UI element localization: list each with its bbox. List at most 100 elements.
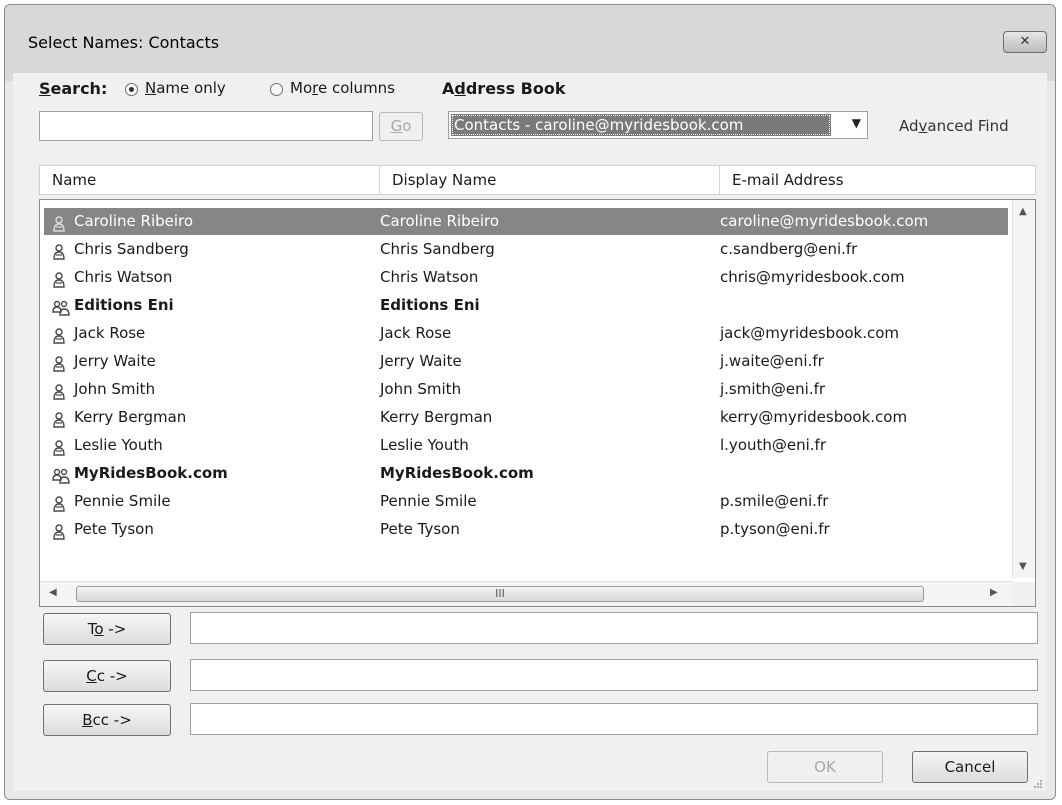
search-input[interactable]: [39, 111, 373, 141]
contact-email: chris@myridesbook.com: [720, 268, 905, 286]
contact-row[interactable]: Chris Sandberg Chris Sandberg c.sandberg@e…: [44, 236, 1008, 263]
resize-grip-icon[interactable]: [1033, 779, 1043, 789]
address-book-selected: Contacts - caroline@myridesbook.com: [451, 114, 831, 136]
radio-name-only-indicator[interactable]: [125, 83, 138, 96]
contact-name: Chris Sandberg: [74, 240, 189, 258]
bcc-button[interactable]: Bcc ->: [43, 704, 171, 736]
contact-email: jack@myridesbook.com: [720, 324, 900, 342]
horizontal-scroll-thumb[interactable]: III: [76, 586, 924, 602]
go-button[interactable]: Go: [379, 112, 423, 141]
bcc-field[interactable]: [190, 703, 1038, 735]
cancel-button[interactable]: Cancel: [912, 751, 1028, 783]
contact-icon: [52, 494, 66, 512]
radio-more-columns-label[interactable]: More columns: [290, 79, 395, 97]
title-bar[interactable]: Select Names: Contacts ✕: [5, 5, 1055, 81]
group-icon: [52, 298, 70, 316]
contact-row[interactable]: Kerry Bergman Kerry Bergman kerry@myridesb…: [44, 404, 1008, 431]
contact-email: p.smile@eni.fr: [720, 492, 829, 510]
contact-icon: [52, 270, 66, 288]
contact-display-name: Pennie Smile: [380, 492, 477, 510]
contact-name: Caroline Ribeiro: [74, 212, 194, 230]
address-book-label: Address Book: [442, 79, 566, 98]
contact-icon: [52, 522, 66, 540]
scroll-up-icon[interactable]: ▲: [1019, 206, 1027, 217]
ok-button[interactable]: OK: [767, 751, 883, 783]
contact-icon: [52, 438, 66, 456]
contact-email: kerry@myridesbook.com: [720, 408, 908, 426]
contact-email: p.tyson@eni.fr: [720, 520, 830, 538]
scroll-left-icon[interactable]: ◀: [49, 587, 57, 598]
contact-email: j.waite@eni.fr: [720, 352, 824, 370]
contact-name: Editions Eni: [74, 296, 174, 314]
contact-display-name: Caroline Ribeiro: [380, 212, 500, 230]
contact-icon: [52, 354, 66, 372]
contact-icon: [52, 214, 66, 232]
contact-display-name: Chris Sandberg: [380, 240, 495, 258]
contact-email: caroline@myridesbook.com: [720, 212, 929, 230]
contact-email: c.sandberg@eni.fr: [720, 240, 858, 258]
contact-display-name: John Smith: [380, 380, 462, 398]
group-icon: [52, 466, 70, 484]
contact-row[interactable]: Editions Eni Editions Eni: [44, 292, 1008, 319]
contact-icon: [52, 410, 66, 428]
contact-row[interactable]: Chris Watson Chris Watson chris@myridesboo…: [44, 264, 1008, 291]
contact-name: Jack Rose: [74, 324, 146, 342]
contact-row[interactable]: Pete Tyson Pete Tyson p.tyson@eni.fr: [44, 516, 1008, 543]
cc-field[interactable]: [190, 659, 1038, 691]
contact-row[interactable]: Jack Rose Jack Rose jack@myridesbook.com: [44, 320, 1008, 347]
contact-row[interactable]: MyRidesBook.com MyRidesBook.com: [44, 460, 1008, 487]
column-header: Name Display Name E-mail Address: [39, 165, 1036, 195]
column-header-display-name[interactable]: Display Name: [380, 166, 720, 194]
contact-icon: [52, 242, 66, 260]
contacts-list[interactable]: Caroline Ribeiro Caroline Ribeiro caroline…: [39, 199, 1036, 607]
contact-display-name: Leslie Youth: [380, 436, 469, 454]
contact-display-name: Chris Watson: [380, 268, 479, 286]
to-field[interactable]: [190, 612, 1038, 644]
contact-name: MyRidesBook.com: [74, 464, 228, 482]
contact-email: j.smith@eni.fr: [720, 380, 826, 398]
window-title: Select Names: Contacts: [28, 33, 220, 52]
scroll-corner: [1013, 582, 1035, 606]
cc-button[interactable]: Cc ->: [43, 660, 171, 692]
contact-email: l.youth@eni.fr: [720, 436, 827, 454]
contact-row[interactable]: Leslie Youth Leslie Youth l.youth@eni.fr: [44, 432, 1008, 459]
contact-name: Pennie Smile: [74, 492, 171, 510]
address-book-dropdown[interactable]: Contacts - caroline@myridesbook.com ▼: [448, 111, 868, 139]
contact-name: Pete Tyson: [74, 520, 154, 538]
contact-row[interactable]: Pennie Smile Pennie Smile p.smile@eni.fr: [44, 488, 1008, 515]
radio-name-only[interactable]: [125, 82, 138, 100]
radio-more-columns-indicator[interactable]: [270, 83, 283, 96]
scroll-down-icon[interactable]: ▼: [1019, 561, 1027, 572]
contact-icon: [52, 326, 66, 344]
contact-row[interactable]: Jerry Waite Jerry Waite j.waite@eni.fr: [44, 348, 1008, 375]
contact-icon: [52, 382, 66, 400]
to-button[interactable]: To ->: [43, 613, 171, 645]
select-names-dialog: Select Names: Contacts ✕ Search: Name on…: [4, 4, 1056, 800]
column-header-name[interactable]: Name: [40, 166, 380, 194]
contact-name: Leslie Youth: [74, 436, 163, 454]
contact-display-name: Kerry Bergman: [380, 408, 493, 426]
contact-display-name: Jerry Waite: [380, 352, 462, 370]
vertical-scrollbar[interactable]: ▲ ▼: [1012, 200, 1035, 578]
advanced-find-link[interactable]: Advanced Find: [899, 117, 1009, 135]
contact-row[interactable]: John Smith John Smith j.smith@eni.fr: [44, 376, 1008, 403]
close-icon: ✕: [1019, 34, 1031, 49]
contact-display-name: Editions Eni: [380, 296, 480, 314]
close-button[interactable]: ✕: [1003, 31, 1047, 53]
contact-name: Kerry Bergman: [74, 408, 187, 426]
contact-name: John Smith: [74, 380, 156, 398]
horizontal-scrollbar[interactable]: ◀ III ▶: [40, 581, 1013, 606]
scroll-thumb-grip: III: [495, 587, 505, 600]
contact-display-name: MyRidesBook.com: [380, 464, 534, 482]
contact-row[interactable]: Caroline Ribeiro Caroline Ribeiro caroline…: [44, 208, 1008, 235]
contact-display-name: Jack Rose: [380, 324, 452, 342]
scroll-right-icon[interactable]: ▶: [990, 587, 998, 598]
contact-name: Chris Watson: [74, 268, 173, 286]
search-label: Search:: [39, 79, 108, 98]
column-header-email[interactable]: E-mail Address: [720, 166, 1030, 194]
chevron-down-icon[interactable]: ▼: [852, 116, 861, 130]
contact-name: Jerry Waite: [74, 352, 156, 370]
radio-name-only-label[interactable]: Name only: [145, 79, 226, 97]
radio-more-columns[interactable]: [270, 82, 283, 100]
contact-display-name: Pete Tyson: [380, 520, 460, 538]
